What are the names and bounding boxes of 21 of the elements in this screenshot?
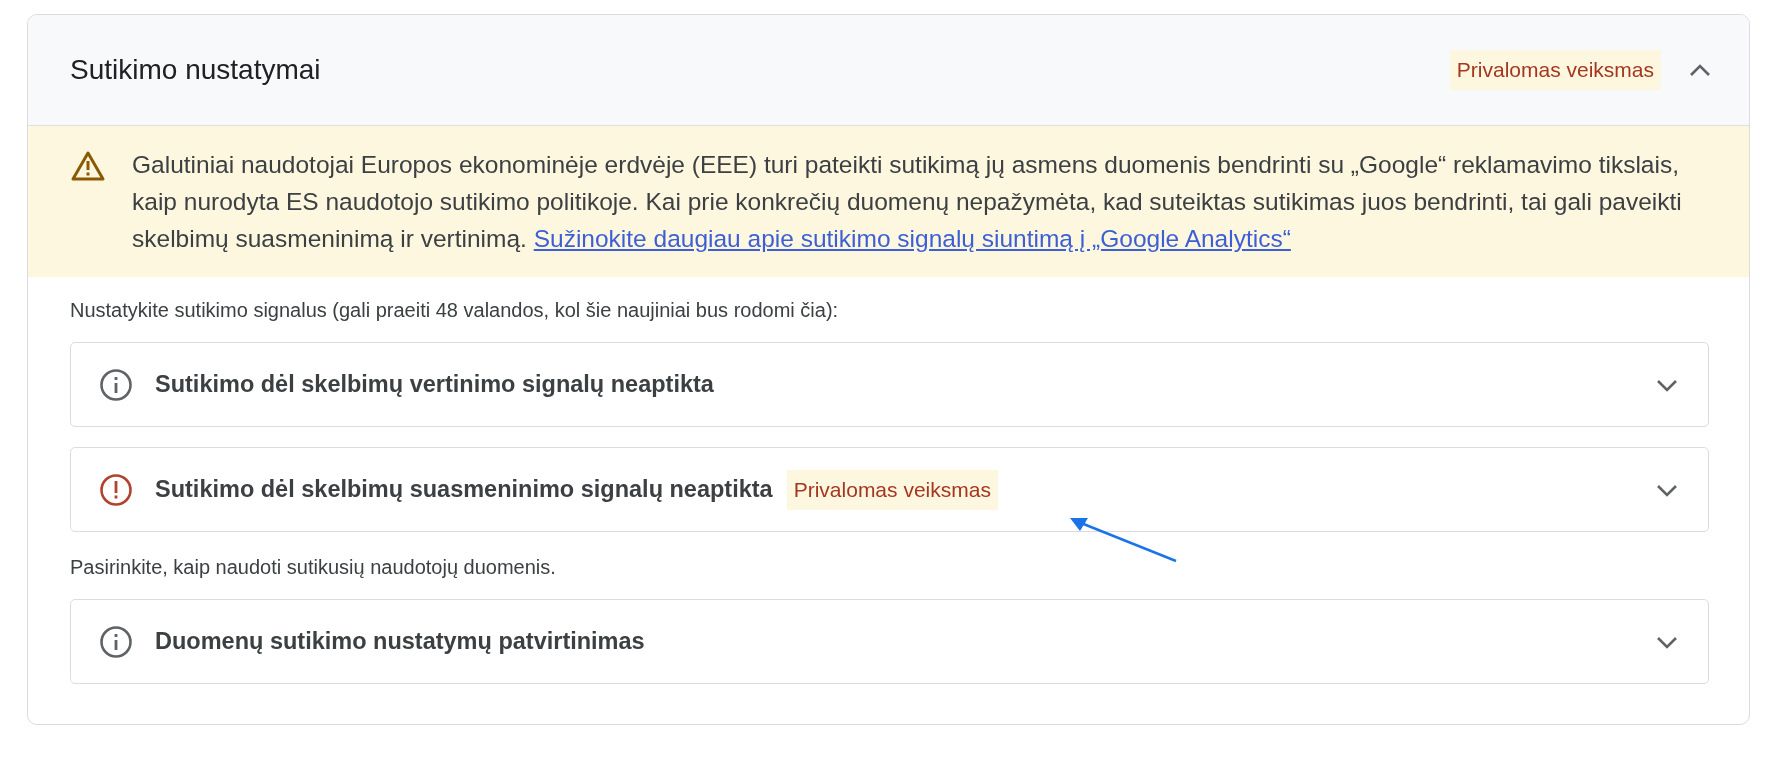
info-icon <box>99 624 133 659</box>
info-icon <box>99 367 133 402</box>
learn-more-link[interactable]: Sužinokite daugiau apie sutikimo signalų siuntimą į „Google Analytics“ <box>533 225 1291 252</box>
consent-row[interactable]: Sutikimo dėl skelbimų suasmeninimo signalų neaptikta Privalomas veiksmas <box>70 447 1709 532</box>
consent-row[interactable]: Sutikimo dėl skelbimų vertinimo signalų neaptikta <box>70 342 1709 427</box>
required-badge: Privalomas veiksmas <box>786 469 998 510</box>
warning-text: Galutiniai naudotojai Europos ekonominėje erdvėje (EEE) turi pateikti sutikimą jų asmens duomenis bendrinti su „Google“ reklamavimo tikslais, kaip nurodyta ES naudotojo sutikimo politikoje. Kai prie konkrečių duomenų nepažymėta, kad suteiktas sutikimas juos bendrinti, tai gali paveikti skelbimų suasmeninimą ir vertinimą. Sužinokite daugiau apie sutikimo signalų siuntimą į „Google Analytics“ <box>132 150 1683 254</box>
instruction-text: Nustatykite sutikimo signalus (gali praeiti 48 valandos, kol šie naujiniai bus rodomi čia): <box>70 299 840 322</box>
row-title: Sutikimo dėl skelbimų suasmeninimo signalų neaptikta <box>155 476 773 503</box>
chevron-icon <box>1656 482 1678 497</box>
chevron-icon <box>1656 377 1678 392</box>
required-badge: Privalomas veiksmas <box>1449 50 1661 90</box>
warning-icon <box>70 150 106 182</box>
chevron-icon <box>1689 63 1711 77</box>
error-icon <box>99 472 133 507</box>
row-title: Duomenų sutikimo nustatymų patvirtinimas <box>155 628 645 655</box>
consent-row[interactable]: Duomenų sutikimo nustatymų patvirtinimas <box>70 599 1709 684</box>
instruction-text: Pasirinkite, kaip naudoti sutikusių naudotojų duomenis. <box>70 556 557 579</box>
section-title: Sutikimo nustatymai <box>70 54 322 86</box>
chevron-icon <box>1656 634 1678 649</box>
row-title: Sutikimo dėl skelbimų vertinimo signalų neaptikta <box>155 371 714 398</box>
